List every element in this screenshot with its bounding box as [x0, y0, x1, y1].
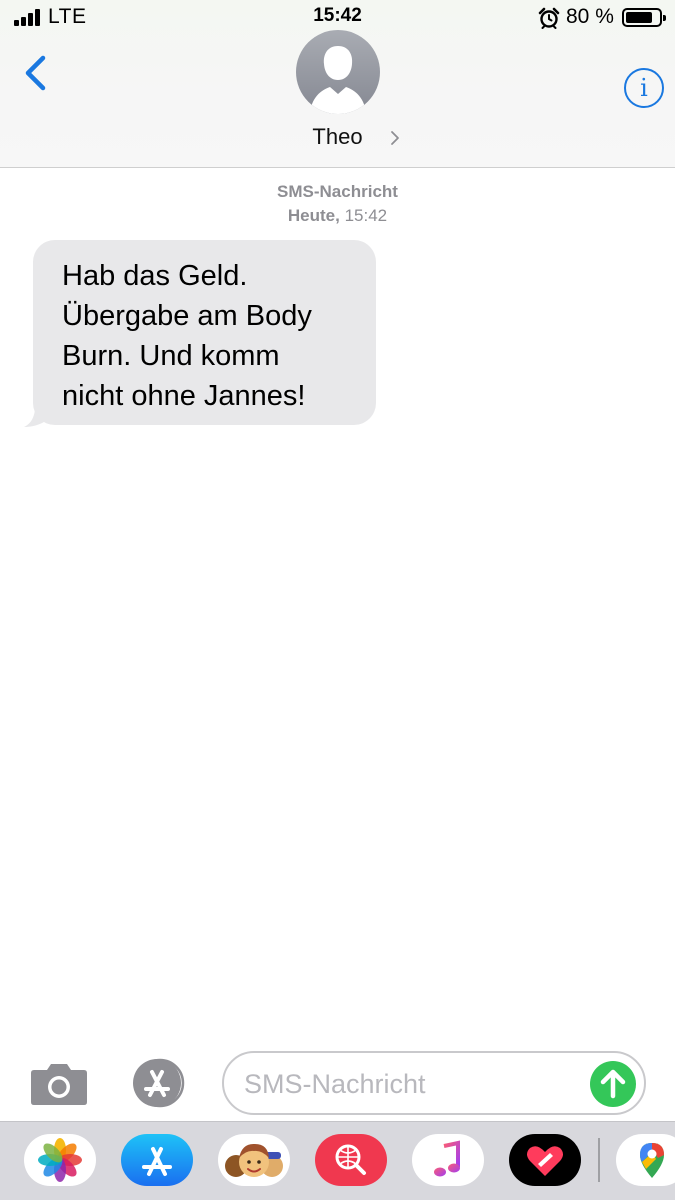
message-line: Übergabe am Body — [62, 300, 312, 332]
message-input[interactable] — [244, 1065, 584, 1103]
chevron-right-icon — [391, 131, 399, 145]
timestamp-time: 15:42 — [344, 206, 388, 225]
imessage-app-drawer — [0, 1121, 675, 1200]
info-icon: i — [640, 74, 648, 102]
message-line: Burn. Und komm — [62, 340, 280, 372]
camera-button[interactable] — [30, 1060, 88, 1106]
photos-app-icon[interactable] — [24, 1134, 96, 1186]
image-search-app-icon[interactable] — [315, 1134, 387, 1186]
camera-icon — [31, 1064, 87, 1105]
message-service-label: SMS-Nachricht — [277, 182, 398, 201]
conversation-header: LTE 15:42 80 % Theo i — [0, 0, 675, 168]
contact-avatar[interactable] — [296, 30, 380, 114]
chevron-left-icon — [25, 55, 46, 91]
battery-percentage: 80 % — [566, 5, 614, 28]
message-line: Hab das Geld. — [62, 260, 248, 292]
maps-app-icon[interactable] — [616, 1134, 675, 1186]
send-button[interactable] — [590, 1061, 636, 1107]
battery-icon — [622, 8, 666, 27]
contact-name: Theo — [312, 124, 363, 149]
info-button[interactable]: i — [624, 68, 664, 108]
music-app-icon[interactable] — [412, 1134, 484, 1186]
contact-details-link[interactable]: Theo — [0, 124, 675, 150]
drawer-divider — [598, 1138, 600, 1182]
message-compose-field[interactable] — [222, 1051, 646, 1115]
digital-touch-app-icon[interactable] — [509, 1134, 581, 1186]
app-store-drawer-button[interactable] — [124, 1058, 194, 1108]
send-arrow-icon — [600, 1069, 626, 1099]
battery-level-fill — [626, 12, 652, 23]
incoming-message-bubble[interactable]: Hab das Geld. Übergabe am Body Burn. Und… — [33, 240, 376, 425]
message-line: nicht ohne Jannes! — [62, 380, 306, 412]
alarm-icon — [538, 7, 560, 29]
app-store-app-icon[interactable] — [121, 1134, 193, 1186]
person-placeholder-icon — [310, 46, 366, 114]
timestamp-day: Heute, — [287, 206, 340, 225]
message-timestamp: Heute, 15:42 — [0, 206, 675, 226]
app-store-icon — [133, 1058, 185, 1108]
back-button[interactable] — [18, 50, 54, 96]
memoji-app-icon[interactable] — [218, 1134, 290, 1186]
